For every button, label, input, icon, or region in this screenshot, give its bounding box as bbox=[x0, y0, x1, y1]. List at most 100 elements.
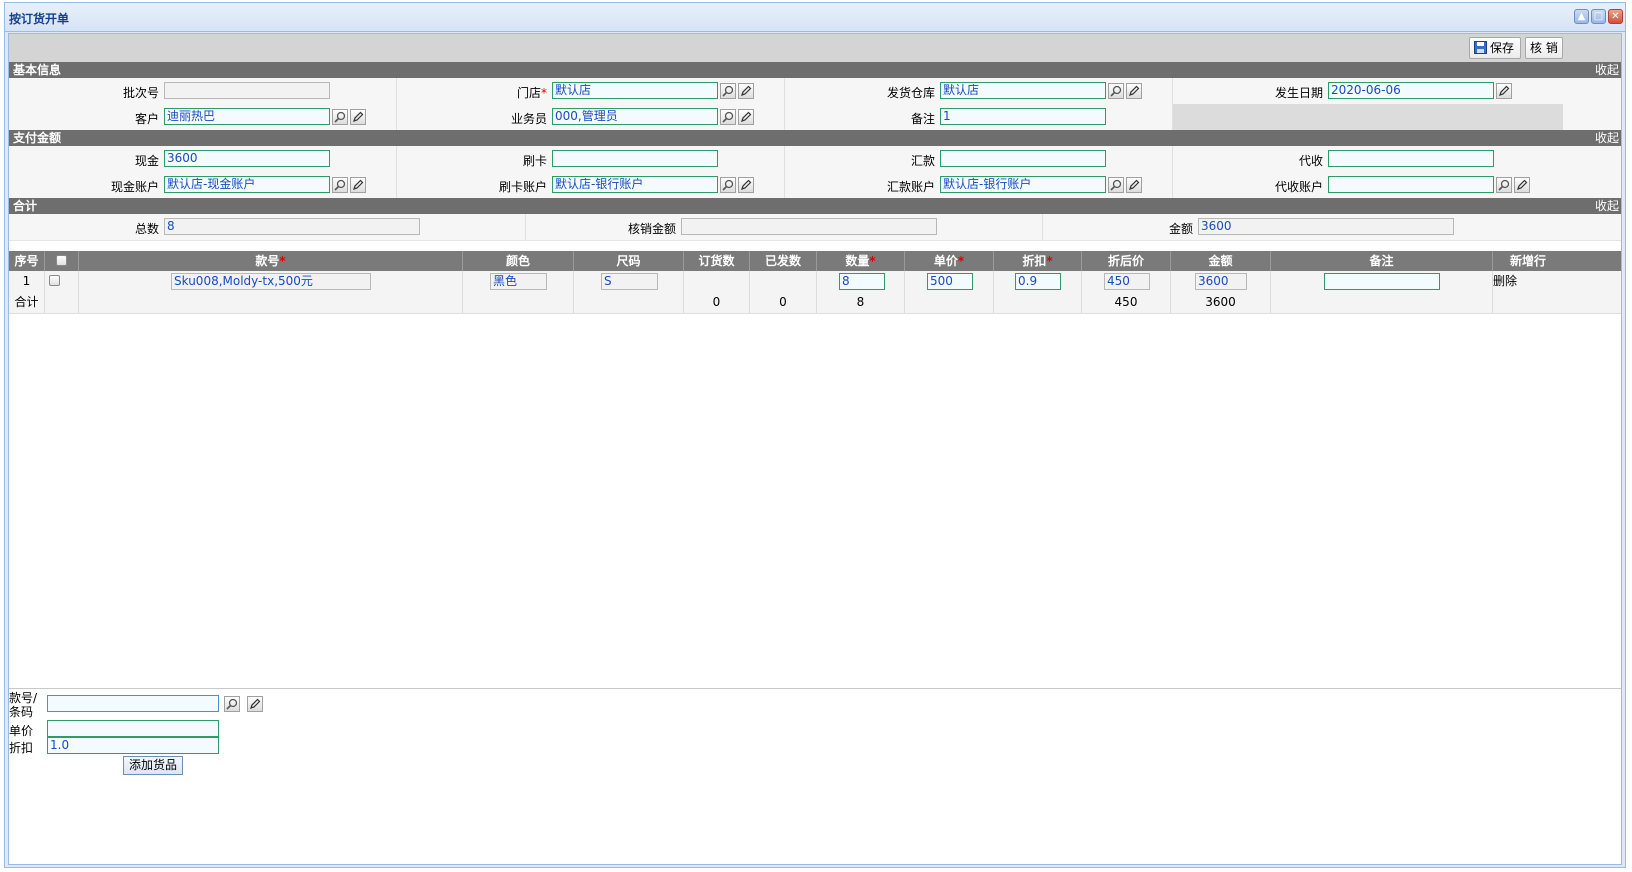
card-account-input[interactable]: 默认店-银行账户 bbox=[552, 176, 718, 193]
amount-input[interactable]: 3600 bbox=[1198, 218, 1454, 235]
code-label: 款号/条码 bbox=[9, 691, 38, 719]
row-price-input[interactable]: 500 bbox=[927, 273, 973, 290]
payment-row-1: 现金 3600 刷卡 汇款 代收 bbox=[9, 146, 1621, 173]
remit-label: 汇款 bbox=[910, 154, 935, 168]
collect-account-input[interactable] bbox=[1328, 176, 1494, 193]
store-edit-icon[interactable] bbox=[738, 83, 754, 99]
store-label: 门店* bbox=[516, 86, 547, 100]
code-input[interactable] bbox=[47, 695, 219, 712]
date-input[interactable]: 2020-06-06 bbox=[1328, 82, 1494, 99]
row-ordered bbox=[684, 271, 750, 292]
col-shipped: 已发数 bbox=[750, 251, 817, 271]
remit-input[interactable] bbox=[940, 150, 1106, 167]
col-style: 款号* bbox=[79, 251, 463, 271]
warehouse-search-icon[interactable] bbox=[1108, 83, 1124, 99]
warehouse-input[interactable]: 默认店 bbox=[940, 82, 1106, 99]
date-edit-icon[interactable] bbox=[1496, 83, 1512, 99]
window-title: 按订货开单 bbox=[9, 12, 70, 26]
payment-collapse-link[interactable]: 收起 bbox=[1595, 130, 1619, 146]
row-delete-link[interactable]: 删除 bbox=[1493, 271, 1517, 292]
price-label: 单价 bbox=[9, 724, 34, 738]
cash-account-label: 现金账户 bbox=[110, 180, 159, 194]
col-size: 尺码 bbox=[574, 251, 684, 271]
add-item-button[interactable]: 添加货品 bbox=[123, 756, 183, 775]
remit-account-search-icon[interactable] bbox=[1108, 177, 1124, 193]
card-input[interactable] bbox=[552, 150, 718, 167]
salesman-search-icon[interactable] bbox=[720, 109, 736, 125]
verify-button[interactable]: 核 销 bbox=[1525, 37, 1563, 59]
discount-input[interactable]: 1.0 bbox=[47, 737, 219, 754]
collect-account-label: 代收账户 bbox=[1274, 180, 1323, 194]
warehouse-edit-icon[interactable] bbox=[1126, 83, 1142, 99]
window-titlebar[interactable]: 按订货开单 ▲ □ ✕ bbox=[5, 3, 1625, 32]
collect-input[interactable] bbox=[1328, 150, 1494, 167]
salesman-edit-icon[interactable] bbox=[738, 109, 754, 125]
toolbar: 保存 核 销 bbox=[9, 34, 1621, 63]
select-all-checkbox[interactable] bbox=[56, 255, 67, 266]
total-qty: 8 bbox=[817, 292, 905, 313]
cash-input[interactable]: 3600 bbox=[164, 150, 330, 167]
table-total-row: 合计 0 0 8 450 3600 bbox=[9, 292, 1621, 314]
payment-row-2: 现金账户 默认店-现金账户 刷卡账户 默认店-银行账户 汇款账户 默认店-银行账… bbox=[9, 172, 1621, 199]
close-icon[interactable]: ✕ bbox=[1608, 9, 1623, 24]
save-icon bbox=[1474, 41, 1487, 54]
row-remark-input[interactable] bbox=[1324, 273, 1440, 290]
card-label: 刷卡 bbox=[522, 154, 547, 168]
customer-search-icon[interactable] bbox=[332, 109, 348, 125]
amount-label: 金额 bbox=[1168, 222, 1193, 236]
verify-amount-input[interactable] bbox=[681, 218, 937, 235]
row-color-input[interactable]: 黑色 bbox=[490, 273, 547, 290]
order-window: 按订货开单 ▲ □ ✕ 保存 核 销 基本信息 收起 批次号 门店* 默认店 发… bbox=[4, 2, 1626, 868]
price-input[interactable] bbox=[47, 720, 219, 737]
collect-account-search-icon[interactable] bbox=[1496, 177, 1512, 193]
col-seq: 序号 bbox=[9, 251, 45, 271]
customer-input[interactable]: 迪丽热巴 bbox=[164, 108, 330, 125]
basic-info-collapse-link[interactable]: 收起 bbox=[1595, 62, 1619, 78]
remit-account-edit-icon[interactable] bbox=[1126, 177, 1142, 193]
code-edit-icon[interactable] bbox=[247, 696, 263, 712]
col-amount: 金额 bbox=[1171, 251, 1271, 271]
grid-header: 序号 款号* 颜色 尺码 订货数 已发数 数量* 单价* 折扣* 折后价 金额 … bbox=[9, 251, 1621, 271]
maximize-icon[interactable]: □ bbox=[1591, 9, 1606, 24]
row-amount-input[interactable]: 3600 bbox=[1195, 273, 1247, 290]
empty-cell bbox=[1173, 104, 1563, 130]
total-amount: 3600 bbox=[1171, 292, 1271, 313]
remit-account-label: 汇款账户 bbox=[886, 180, 935, 194]
row-net-price-input[interactable]: 450 bbox=[1104, 273, 1150, 290]
store-search-icon[interactable] bbox=[720, 83, 736, 99]
discount-label: 折扣 bbox=[9, 741, 34, 755]
cash-account-search-icon[interactable] bbox=[332, 177, 348, 193]
collect-account-edit-icon[interactable] bbox=[1514, 177, 1530, 193]
batch-label: 批次号 bbox=[122, 86, 159, 100]
save-button[interactable]: 保存 bbox=[1469, 37, 1521, 59]
salesman-input[interactable]: 000,管理员 bbox=[552, 108, 718, 125]
col-new-row[interactable]: 新增行 bbox=[1493, 251, 1563, 271]
collect-label: 代收 bbox=[1298, 154, 1323, 168]
collapse-icon[interactable]: ▲ bbox=[1574, 9, 1589, 24]
card-account-edit-icon[interactable] bbox=[738, 177, 754, 193]
total-count-input[interactable]: 8 bbox=[164, 218, 420, 235]
row-qty-input[interactable]: 8 bbox=[839, 273, 885, 290]
remit-account-input[interactable]: 默认店-银行账户 bbox=[940, 176, 1106, 193]
date-label: 发生日期 bbox=[1274, 86, 1323, 100]
summary-collapse-link[interactable]: 收起 bbox=[1595, 198, 1619, 214]
col-discount: 折扣* bbox=[994, 251, 1082, 271]
store-input[interactable]: 默认店 bbox=[552, 82, 718, 99]
row-checkbox[interactable] bbox=[49, 275, 60, 286]
customer-edit-icon[interactable] bbox=[350, 109, 366, 125]
remark-input[interactable]: 1 bbox=[940, 108, 1106, 125]
salesman-label: 业务员 bbox=[510, 112, 547, 126]
card-account-search-icon[interactable] bbox=[720, 177, 736, 193]
table-row: 1 Sku008,Moldy-tx,500元 黑色 S 8 500 0.9 45… bbox=[9, 271, 1621, 293]
verify-amount-label: 核销金额 bbox=[627, 222, 676, 236]
row-size-input[interactable]: S bbox=[601, 273, 658, 290]
total-ordered: 0 bbox=[684, 292, 750, 313]
code-search-icon[interactable] bbox=[224, 696, 240, 712]
row-style-input[interactable]: Sku008,Moldy-tx,500元 bbox=[171, 273, 371, 290]
row-discount-input[interactable]: 0.9 bbox=[1015, 273, 1061, 290]
window-controls: ▲ □ ✕ bbox=[1574, 9, 1623, 24]
cash-account-edit-icon[interactable] bbox=[350, 177, 366, 193]
batch-input[interactable] bbox=[164, 82, 330, 99]
warehouse-label: 发货仓库 bbox=[886, 86, 935, 100]
cash-account-input[interactable]: 默认店-现金账户 bbox=[164, 176, 330, 193]
